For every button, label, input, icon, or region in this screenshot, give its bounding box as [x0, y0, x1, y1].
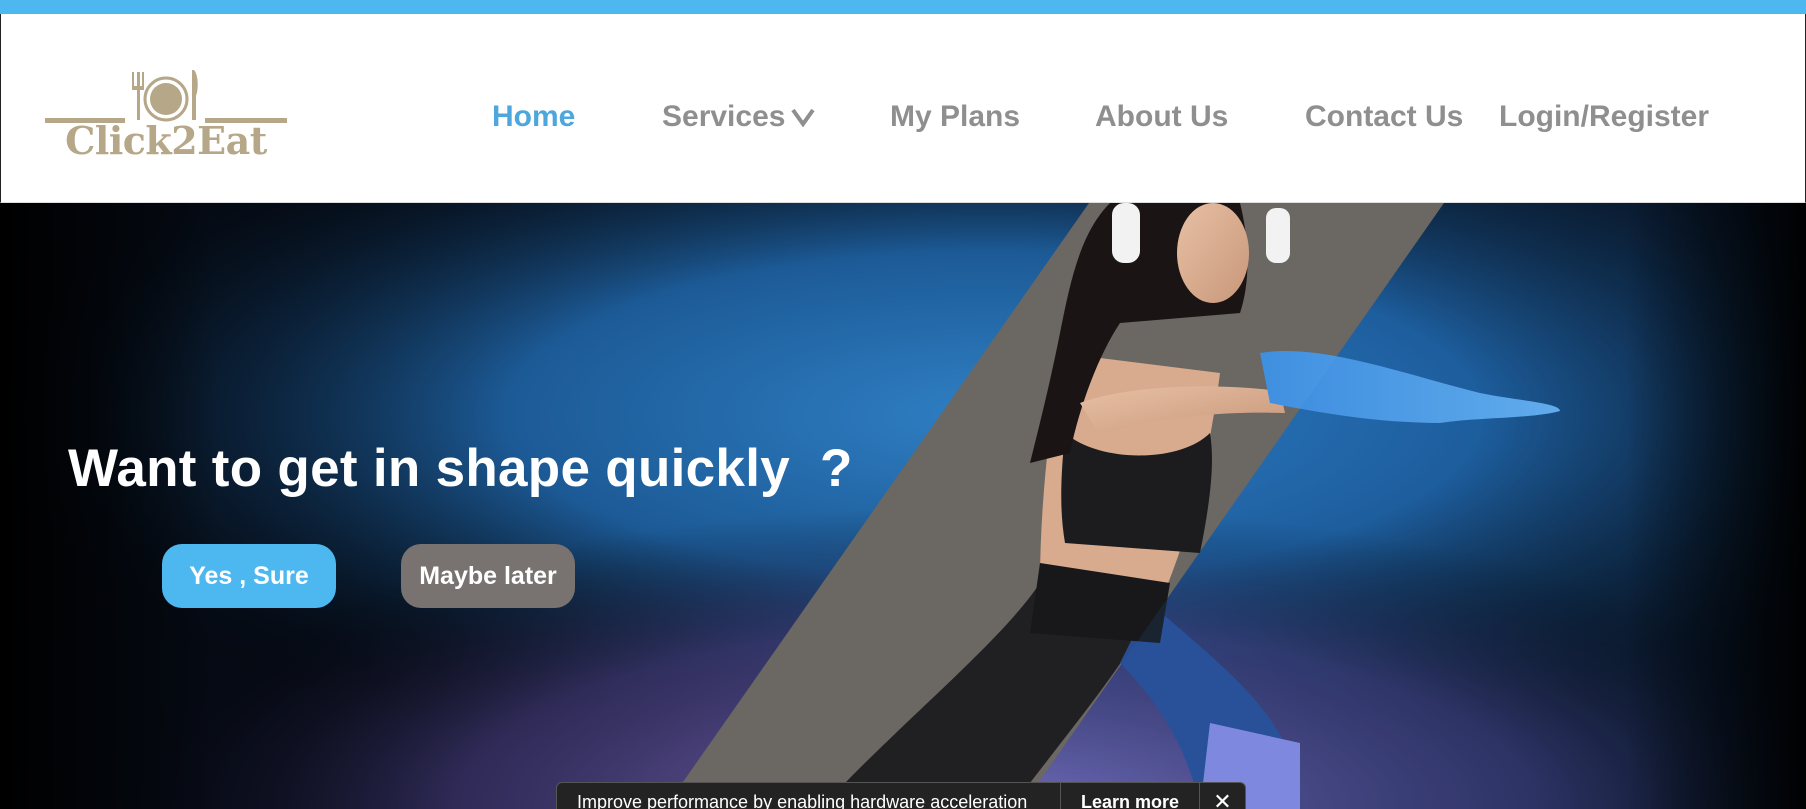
- brand-logo[interactable]: Click2Eat: [45, 54, 287, 174]
- nav-login-register[interactable]: Login/Register: [1499, 102, 1709, 132]
- nav-my-plans[interactable]: My Plans: [890, 102, 1020, 132]
- yes-sure-button[interactable]: Yes , Sure: [162, 544, 336, 608]
- chevron-down-icon: [791, 103, 816, 133]
- hero-background-image: [0, 203, 1806, 809]
- site-header: Click2Eat Home Services My Plans About U…: [0, 14, 1806, 203]
- nav-contact-us[interactable]: Contact Us: [1305, 102, 1463, 132]
- learn-more-link[interactable]: Learn more: [1059, 783, 1199, 809]
- plate-fork-knife-icon: [45, 70, 287, 123]
- nav-about-us[interactable]: About Us: [1095, 102, 1228, 132]
- maybe-later-button[interactable]: Maybe later: [401, 544, 575, 608]
- nav-home[interactable]: Home: [492, 102, 575, 132]
- hero-headline: Want to get in shape quickly ?: [68, 439, 853, 498]
- hero-banner: Want to get in shape quickly ? Yes , Sur…: [0, 203, 1806, 809]
- hardware-acceleration-toast: Improve performance by enabling hardware…: [556, 782, 1246, 809]
- top-accent-stripe: [0, 0, 1806, 14]
- nav-services[interactable]: Services: [662, 100, 816, 133]
- nav-services-label: Services: [662, 100, 786, 133]
- brand-name: Click2Eat: [65, 118, 267, 163]
- close-icon[interactable]: ✕: [1199, 783, 1245, 809]
- toast-message: Improve performance by enabling hardware…: [577, 791, 1028, 809]
